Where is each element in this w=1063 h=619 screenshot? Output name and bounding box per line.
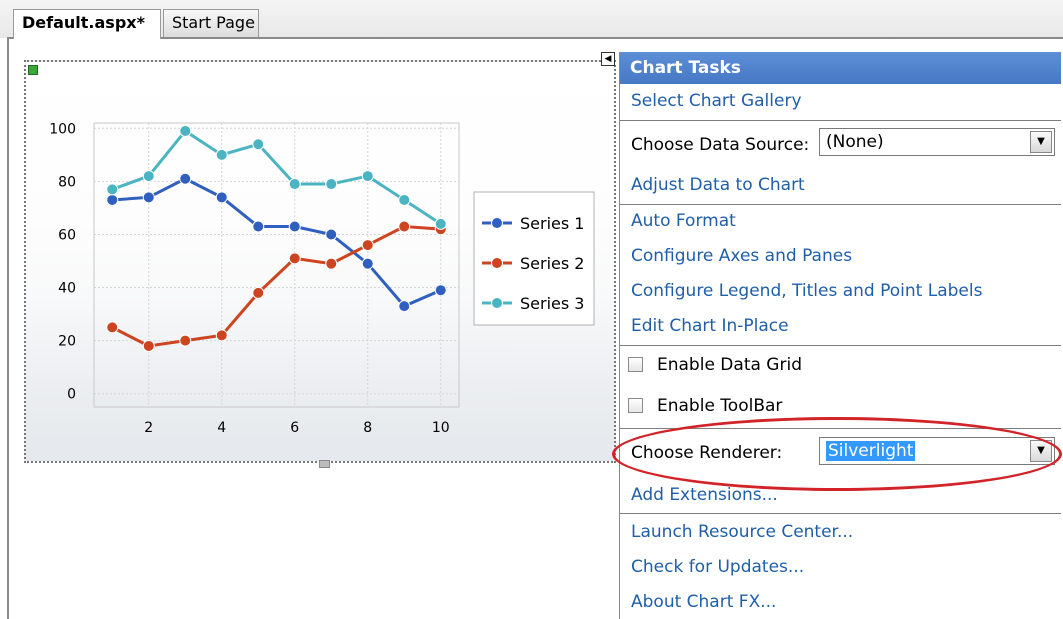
- data-point: [398, 220, 411, 233]
- line-chart: 0204060801002 4 6 8 10 Series 1Series 2Serie…: [49, 121, 595, 436]
- data-source-label: Choose Data Source:: [631, 135, 810, 155]
- enable-toolbar-checkbox[interactable]: [628, 398, 643, 413]
- legend-point-marker: [491, 297, 503, 309]
- x-tick-label: 6: [290, 420, 299, 436]
- adjust-data-link[interactable]: Adjust Data to Chart: [631, 175, 805, 195]
- data-point: [361, 257, 374, 270]
- chart-tasks-title: Chart Tasks: [620, 52, 1061, 84]
- data-point: [325, 257, 338, 270]
- y-tick-label: 40: [58, 281, 76, 297]
- configure-axes-link[interactable]: Configure Axes and Panes: [631, 246, 852, 266]
- x-tick-label: 2: [144, 420, 153, 436]
- data-point: [252, 220, 265, 233]
- y-tick-label: 0: [67, 387, 76, 403]
- y-tick-label: 60: [58, 227, 76, 243]
- data-point: [179, 334, 192, 347]
- legend: Series 1 Series 2 Series 3: [473, 191, 595, 326]
- divider: [620, 204, 1061, 205]
- enable-toolbar-label: Enable ToolBar: [657, 396, 783, 416]
- x-tick-label: 8: [363, 420, 372, 436]
- configure-legend-link[interactable]: Configure Legend, Titles and Point Label…: [631, 281, 982, 301]
- enable-data-grid-checkbox[interactable]: [628, 357, 643, 372]
- divider: [620, 120, 1061, 121]
- dropdown-arrow-icon[interactable]: ▼: [1030, 131, 1052, 153]
- y-tick-label: 100: [49, 121, 76, 137]
- data-point: [398, 193, 411, 206]
- renderer-value: Silverlight: [826, 441, 916, 461]
- legend-point-marker: [491, 217, 503, 229]
- data-point: [288, 220, 301, 233]
- data-point: [361, 239, 374, 252]
- data-point: [398, 300, 411, 313]
- data-source-select[interactable]: (None) ▼: [819, 128, 1055, 156]
- data-point: [179, 172, 192, 185]
- chart-tasks-panel: Chart Tasks Select Chart Gallery Choose …: [619, 52, 1061, 619]
- divider: [620, 345, 1061, 346]
- data-point: [142, 191, 155, 204]
- legend-label: Series 1: [520, 214, 584, 233]
- data-point: [142, 170, 155, 183]
- data-point: [215, 329, 228, 342]
- data-point: [106, 183, 119, 196]
- y-tick-label: 20: [58, 334, 76, 350]
- data-point: [142, 339, 155, 352]
- data-point: [179, 124, 192, 137]
- data-point: [215, 191, 228, 204]
- data-point: [215, 148, 228, 161]
- tab-default-aspx[interactable]: Default.aspx*: [13, 9, 161, 39]
- document-tab-strip: Default.aspx* Start Page: [0, 0, 1063, 39]
- data-point: [325, 178, 338, 191]
- data-point: [106, 321, 119, 334]
- select-chart-gallery-link[interactable]: Select Chart Gallery: [631, 91, 802, 111]
- series-line: [111, 224, 441, 348]
- auto-format-link[interactable]: Auto Format: [631, 211, 736, 231]
- x-tick-label: 4: [217, 420, 226, 436]
- renderer-label: Choose Renderer:: [631, 443, 783, 463]
- data-point: [288, 178, 301, 191]
- data-source-value: (None): [826, 132, 884, 152]
- add-extensions-link[interactable]: Add Extensions...: [631, 485, 778, 505]
- smart-tag-collapse-icon[interactable]: ◀: [601, 52, 615, 66]
- legend-label: Series 3: [520, 294, 584, 313]
- data-point: [325, 228, 338, 241]
- about-chart-fx-link[interactable]: About Chart FX...: [631, 592, 776, 612]
- edit-in-place-link[interactable]: Edit Chart In-Place: [631, 316, 789, 336]
- series-3: [106, 124, 447, 230]
- legend-point-marker: [491, 257, 503, 269]
- tab-start-page[interactable]: Start Page: [163, 9, 259, 37]
- x-tick-label: 10: [432, 420, 450, 436]
- divider: [620, 428, 1061, 429]
- resize-handle[interactable]: [319, 460, 330, 468]
- data-point: [252, 286, 265, 299]
- launch-resource-center-link[interactable]: Launch Resource Center...: [631, 522, 853, 542]
- series-line: [111, 128, 442, 226]
- axis-ticks: 0 20 40 60 80 100 2 4 6 8 10: [49, 121, 449, 436]
- data-point: [361, 170, 374, 183]
- legend-label: Series 2: [520, 254, 584, 273]
- data-point: [434, 284, 447, 297]
- chart-series: [106, 124, 447, 352]
- check-for-updates-link[interactable]: Check for Updates...: [631, 557, 804, 577]
- data-point: [288, 252, 301, 265]
- series-2: [106, 220, 447, 352]
- data-point: [252, 138, 265, 151]
- divider: [620, 513, 1061, 514]
- enable-data-grid-label: Enable Data Grid: [657, 355, 802, 375]
- series-line: [112, 177, 442, 308]
- data-point: [106, 193, 119, 206]
- dropdown-arrow-icon[interactable]: ▼: [1030, 440, 1052, 462]
- y-tick-label: 80: [58, 174, 76, 190]
- data-point: [434, 217, 447, 230]
- renderer-select[interactable]: Silverlight ▼: [819, 437, 1055, 465]
